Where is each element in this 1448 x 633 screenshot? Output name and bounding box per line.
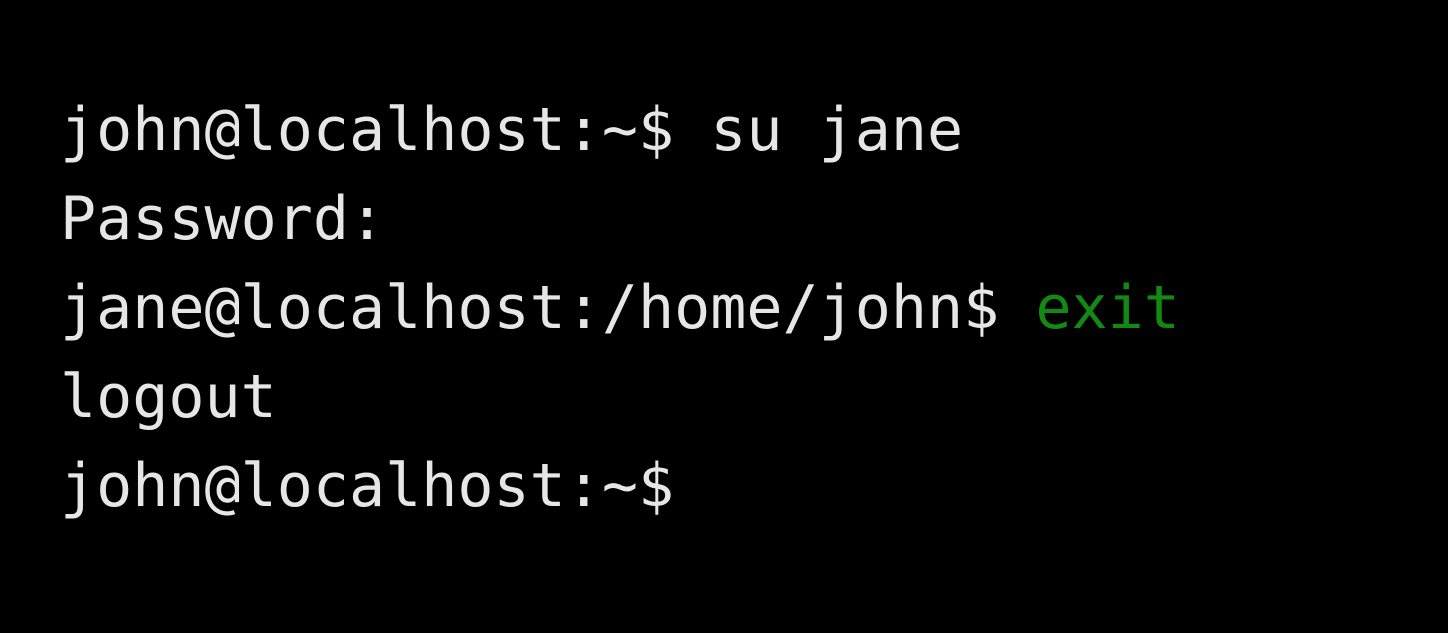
- output-text: logout: [60, 362, 277, 432]
- terminal-window[interactable]: john@localhost:~$ su jane Password: jane…: [0, 0, 1448, 633]
- shell-prompt: john@localhost:~$: [60, 451, 675, 521]
- terminal-line: john@localhost:~$ su jane: [60, 86, 1448, 175]
- terminal-line: jane@localhost:/home/john$ exit: [60, 264, 1448, 353]
- shell-prompt: jane@localhost:/home/john$: [60, 273, 1000, 343]
- command-text-highlighted: exit: [1035, 273, 1180, 343]
- terminal-line: john@localhost:~$: [60, 442, 1448, 531]
- command-text: su jane: [710, 95, 964, 165]
- terminal-line: Password:: [60, 175, 1448, 264]
- output-text: Password:: [60, 184, 386, 254]
- shell-prompt: john@localhost:~$: [60, 95, 675, 165]
- terminal-line: logout: [60, 353, 1448, 442]
